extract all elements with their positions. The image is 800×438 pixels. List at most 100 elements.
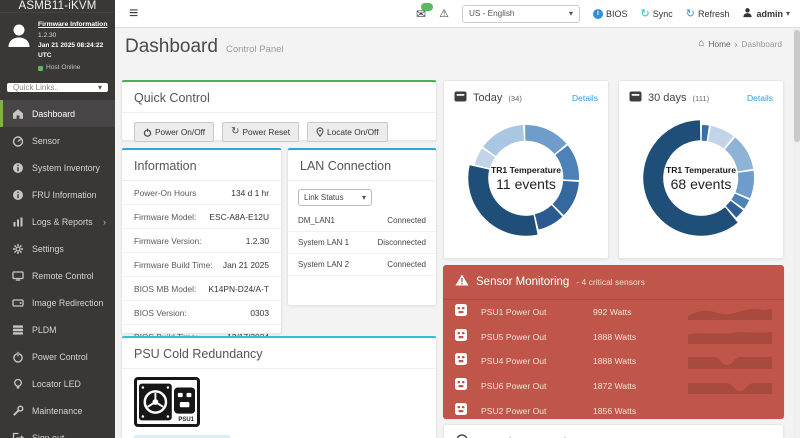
sidebar-item-pldm[interactable]: PLDM <box>0 316 115 343</box>
sidebar-item-locator-led[interactable]: Locator LED <box>0 370 115 397</box>
alerts-button[interactable]: ⚠ <box>439 7 449 20</box>
sensor-row[interactable]: PSU4 Power Out 1888 Watts <box>443 349 784 374</box>
sensor-row[interactable]: PSU2 Power Out 1856 Watts <box>443 398 784 423</box>
psu-unit-icon[interactable]: PSU1 <box>134 377 200 427</box>
drive-icon <box>12 297 24 309</box>
inbox-icon <box>454 89 467 107</box>
lan-row: System LAN 2Connected <box>288 254 436 276</box>
events-30days-card: 30 days (111) Details TR1 Temperature 68… <box>618 80 784 259</box>
chevron-down-icon: ▾ <box>786 9 790 18</box>
sensor-monitoring-subtitle: - 4 critical sensors <box>576 277 645 287</box>
firmware-version: 1.2.30 <box>38 31 110 41</box>
sidebar-item-image-redirection[interactable]: Image Redirection <box>0 289 115 316</box>
sidebar-item-remote-control[interactable]: Remote Control <box>0 262 115 289</box>
user-avatar-icon <box>4 20 34 73</box>
quick-links-select[interactable]: Quick Links.. ▾ <box>7 83 108 92</box>
sidebar-item-fru-information[interactable]: FRU Information <box>0 181 115 208</box>
menu-toggle-icon[interactable]: ≡ <box>129 6 138 22</box>
info-row: Firmware Build Time:Jan 21 2025 <box>122 253 281 277</box>
power-reset-button[interactable]: ↻ Power Reset <box>222 122 299 142</box>
host-status: Host Online <box>46 63 80 73</box>
events-30days-count: (111) <box>693 94 710 103</box>
events-today-donut-chart[interactable] <box>463 115 589 241</box>
psu-outlet-icon <box>174 387 195 417</box>
wrench-icon <box>12 405 24 417</box>
link-status-select[interactable]: Link Status ▾ <box>298 189 372 206</box>
user-menu[interactable]: admin ▾ <box>742 7 790 20</box>
events-30days-title: 30 days <box>648 92 687 104</box>
person-icon <box>742 7 753 20</box>
breadcrumb-current: Dashboard <box>741 39 782 49</box>
sensor-sparkline <box>688 354 772 369</box>
psu-card-title: PSU Cold Redundancy <box>122 338 436 369</box>
chevron-down-icon: ▾ <box>362 193 366 202</box>
sidebar-item-sign-out[interactable]: Sign out <box>0 424 115 438</box>
sidebar-item-power-control[interactable]: Power Control <box>0 343 115 370</box>
home-icon: ⌂ <box>698 38 704 49</box>
scrollbar-thumb[interactable] <box>794 30 800 142</box>
sidebar-item-maintenance[interactable]: Maintenance <box>0 397 115 424</box>
profile-block: Firmware Information 1.2.30 Jan 21 2025 … <box>0 13 115 79</box>
outlet-icon <box>455 377 467 395</box>
bios-button[interactable]: i BIOS <box>593 9 628 19</box>
location-pin-icon <box>316 127 324 137</box>
firmware-build-time: Jan 21 2025 08:24:22 UTC <box>38 41 110 61</box>
language-select[interactable]: US - English ▾ <box>462 5 580 23</box>
psu-cold-redundancy-card: PSU Cold Redundancy PSU1 Cold Redundancy… <box>121 336 437 438</box>
sensor-row[interactable]: PSU5 Power Out 1888 Watts <box>443 325 784 350</box>
scrollbar-track[interactable] <box>793 28 800 438</box>
notification-badge <box>421 3 433 11</box>
page-subtitle: Control Panel <box>226 44 284 55</box>
monitor-icon <box>12 270 24 282</box>
sidebar-item-settings[interactable]: Settings <box>0 235 115 262</box>
app-title: ASMB11-iKVM <box>0 0 115 13</box>
breadcrumb-separator: › <box>735 39 738 49</box>
info-circle-icon <box>12 162 24 174</box>
sync-icon: ↻ <box>641 7 650 20</box>
events-30days-details-link[interactable]: Details <box>747 93 773 103</box>
information-title: Information <box>122 150 281 181</box>
info-row: Firmware Model:ESC-A8A-E12U <box>122 205 281 229</box>
events-today-card: Today (34) Details TR1 Temperature 11 ev… <box>443 80 609 259</box>
currently-recovered-card: Currently recovered <box>443 424 784 438</box>
sensor-sparkline <box>688 329 772 344</box>
events-30days-donut-chart[interactable] <box>638 115 764 241</box>
events-today-details-link[interactable]: Details <box>572 93 598 103</box>
sign-out-icon <box>12 432 24 438</box>
lan-row: System LAN 1Disconnected <box>288 232 436 254</box>
information-card: Information Power-On Hours134 d 1 hr Fir… <box>121 148 282 334</box>
info-row: BIOS Version:0303 <box>122 301 281 325</box>
events-today-count: (34) <box>508 94 522 103</box>
outlet-icon <box>455 303 467 321</box>
inbox-icon <box>629 89 642 107</box>
sensor-sparkline <box>688 305 772 320</box>
notifications-button[interactable]: ✉ <box>416 7 426 21</box>
sidebar-item-system-inventory[interactable]: System Inventory <box>0 154 115 181</box>
refresh-button[interactable]: ↻ Refresh <box>686 7 730 20</box>
home-icon <box>12 108 24 120</box>
lan-row: DM_LAN1Connected <box>288 210 436 232</box>
power-icon <box>143 128 152 137</box>
lightbulb-icon <box>12 378 24 390</box>
bar-chart-icon <box>12 216 24 228</box>
sync-button[interactable]: ↻ Sync <box>641 7 673 20</box>
sidebar-item-logs-reports[interactable]: Logs & Reports › <box>0 208 115 235</box>
power-onoff-button[interactable]: Power On/Off <box>134 122 214 142</box>
quick-control-card: Quick Control Power On/Off ↻ Power Reset… <box>121 80 437 141</box>
info-row: Firmware Version:1.2.30 <box>122 229 281 253</box>
quick-control-title: Quick Control <box>122 82 436 113</box>
outlet-icon <box>455 352 467 370</box>
outlet-icon <box>455 402 467 420</box>
sidebar-item-sensor[interactable]: Sensor <box>0 127 115 154</box>
host-online-indicator <box>38 66 43 71</box>
sensor-row[interactable]: PSU6 Power Out 1872 Watts <box>443 374 784 399</box>
breadcrumb-home[interactable]: Home <box>709 39 731 49</box>
sensor-row[interactable]: PSU1 Power Out 992 Watts <box>443 300 784 325</box>
sidebar-item-dashboard[interactable]: Dashboard <box>0 100 115 127</box>
locate-onoff-button[interactable]: Locate On/Off <box>307 122 388 142</box>
sensor-sparkline <box>688 379 772 394</box>
firmware-information-link[interactable]: Firmware Information <box>38 20 110 31</box>
lan-connection-title: LAN Connection <box>288 150 436 181</box>
chevron-down-icon: ▾ <box>569 9 573 18</box>
chevron-down-icon: ▾ <box>98 83 102 92</box>
